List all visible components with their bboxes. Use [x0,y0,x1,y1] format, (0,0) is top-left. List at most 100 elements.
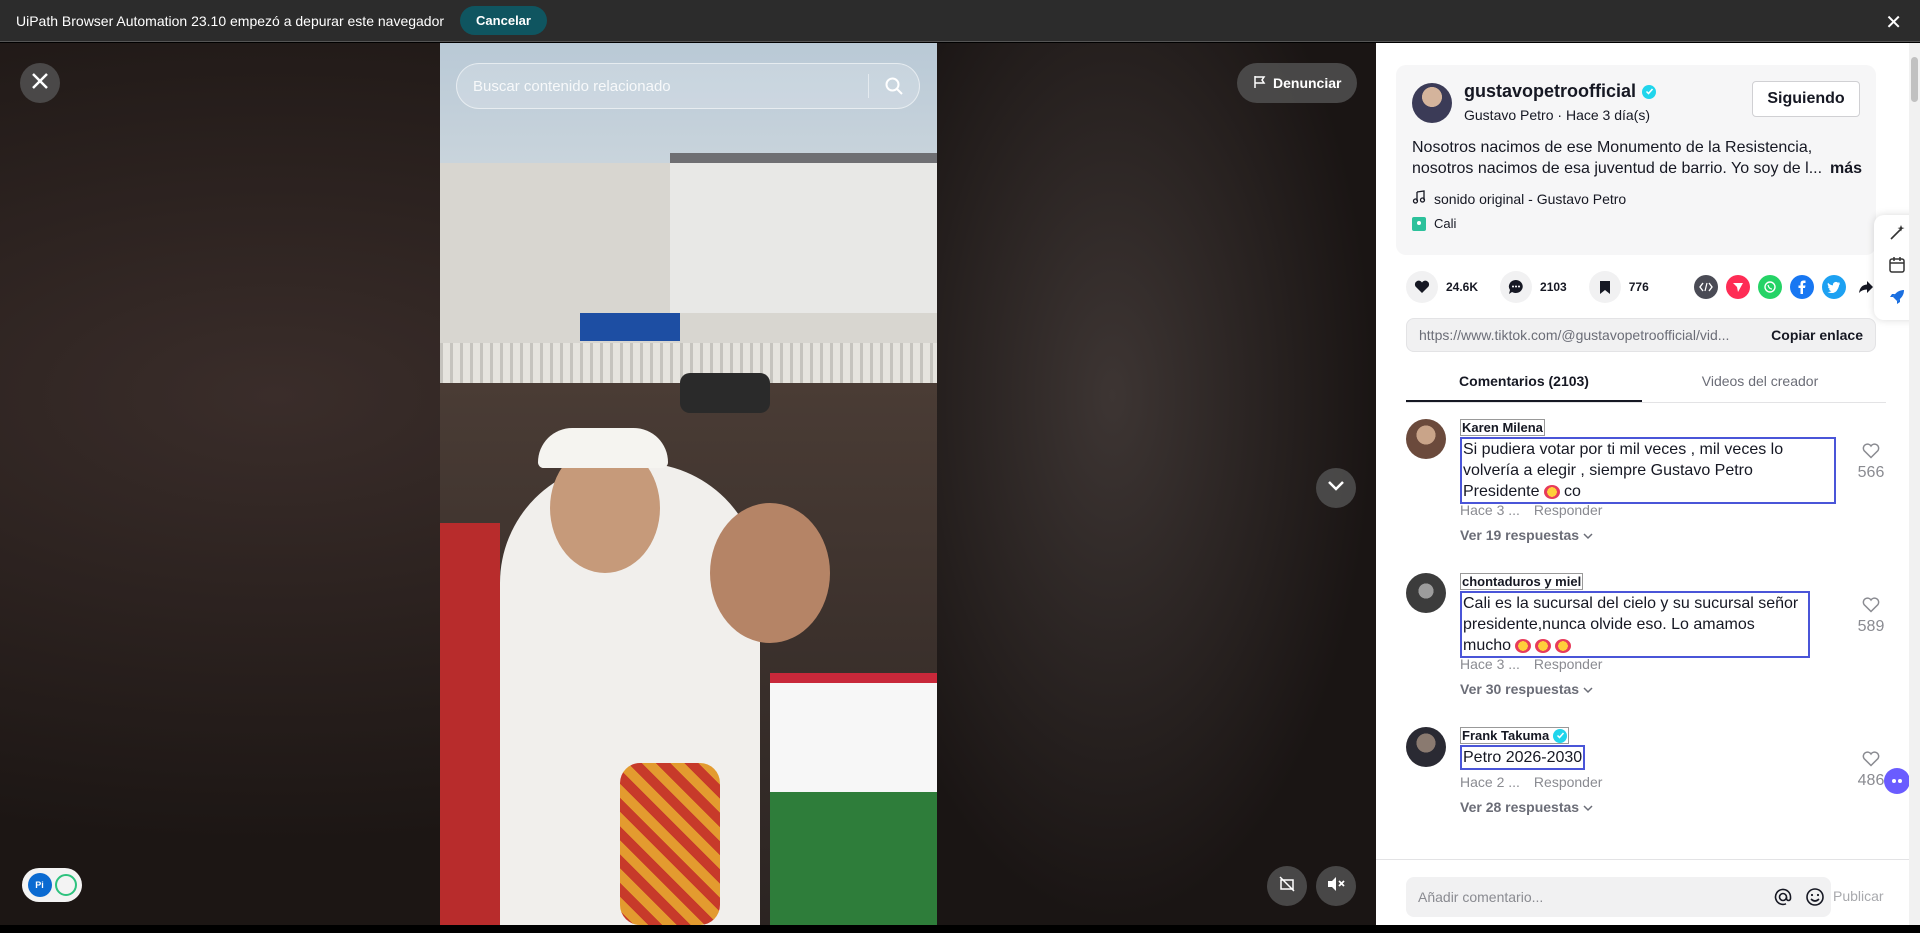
like-count: 24.6K [1446,280,1479,294]
share-buttons [1694,275,1878,299]
comment-item: Karen Milena Si pudiera votar por ti mil… [1406,419,1886,573]
assistant-bot-icon[interactable] [1884,768,1910,794]
twitter-icon[interactable] [1822,275,1846,299]
video-frame-person [440,523,500,925]
mute-button[interactable] [1316,866,1356,906]
blurred-background-right [937,43,1376,925]
video-frame-cap [538,428,668,468]
rocket-icon[interactable] [1888,288,1906,311]
report-button[interactable]: Denunciar [1237,63,1358,103]
sound-label: sonido original - Gustavo Petro [1434,190,1627,207]
reply-button[interactable]: Responder [1534,656,1603,672]
mute-icon [1326,875,1346,898]
comment-input-box[interactable]: Añadir comentario... [1406,877,1831,917]
whatsapp-icon[interactable] [1758,275,1782,299]
more-link[interactable]: más [1830,158,1862,179]
close-video-button[interactable] [20,63,60,103]
emoji-icon [1543,484,1560,499]
send-icon[interactable] [1726,275,1750,299]
save-button[interactable]: 776 [1588,271,1649,303]
view-replies-button[interactable]: Ver 30 respuestas [1460,681,1593,697]
like-button[interactable]: 24.6K [1406,271,1478,303]
cancel-debug-button[interactable]: Cancelar [460,6,547,35]
share-link-box[interactable]: https://www.tiktok.com/@gustavopetrooffi… [1406,318,1876,352]
debug-message: UiPath Browser Automation 23.10 empezó a… [16,12,445,29]
comment-input[interactable]: Añadir comentario... [1418,889,1767,905]
comment-username-text[interactable]: Frank Takuma [1462,728,1549,743]
pip-button[interactable] [1267,866,1307,906]
video-frame-face [710,503,830,643]
view-replies-label: Ver 19 respuestas [1460,527,1580,543]
comment-body: Petro 2026-2030 [1463,749,1583,766]
comment-item: Frank Takuma Petro 2026-2030 Hace 2 ... … [1406,727,1886,837]
view-replies-label: Ver 30 respuestas [1460,681,1580,697]
comment-meta: Hace 3 ... Responder [1460,656,1602,672]
description-line: nosotros nacimos de esa juventud de barr… [1412,160,1823,177]
location-tag[interactable]: Cali [1412,216,1456,231]
comment-username[interactable]: chontaduros y miel [1460,573,1584,590]
comment-text: Cali es la sucursal del cielo y su sucur… [1460,591,1810,658]
pip-off-icon [1278,875,1296,898]
view-replies-button[interactable]: Ver 28 respuestas [1460,799,1593,815]
comment-body: Cali es la sucursal del cielo y su sucur… [1463,595,1799,654]
tab-comments[interactable]: Comentarios (2103) [1406,363,1642,402]
comment-username-text[interactable]: Karen Milena [1462,420,1543,435]
display-name: Gustavo Petro [1464,107,1554,123]
video-player[interactable] [440,43,937,925]
following-button[interactable]: Siguiendo [1752,81,1860,117]
related-search-box[interactable]: Buscar contenido relacionado [456,63,920,109]
search-icon[interactable] [869,76,919,96]
view-replies-button[interactable]: Ver 19 respuestas [1460,527,1593,543]
share-url[interactable]: https://www.tiktok.com/@gustavopetrooffi… [1419,327,1771,343]
comment-username[interactable]: Frank Takuma [1460,727,1570,744]
reply-button[interactable]: Responder [1534,502,1603,518]
facebook-icon[interactable] [1790,275,1814,299]
publish-button[interactable]: Publicar [1833,888,1884,904]
chevron-down-icon [1327,479,1345,497]
creator-avatar[interactable] [1412,83,1452,123]
avatar[interactable] [1406,727,1446,767]
comment-time: Hace 3 ... [1460,502,1520,518]
reply-button[interactable]: Responder [1534,774,1603,790]
comment-like-button[interactable]: 486 [1856,751,1886,790]
page-scrollbar[interactable] [1909,43,1920,925]
heart-icon [1862,751,1880,771]
embed-icon[interactable] [1694,275,1718,299]
bottom-edge [0,925,1920,933]
emoji-icon [1515,638,1532,653]
meta-separator: · [1557,107,1566,123]
calendar-icon[interactable] [1888,256,1906,279]
uipath-extension-badge[interactable]: Pi [22,868,82,902]
comment-item: chontaduros y miel Cali es la sucursal d… [1406,573,1886,727]
avatar[interactable] [1406,573,1446,613]
comment-like-button[interactable]: 566 [1856,443,1886,482]
video-frame-sign [580,313,680,341]
emoji-icon[interactable] [1799,887,1831,907]
copy-link-button[interactable]: Copiar enlace [1771,327,1863,343]
comment-text: Petro 2026-2030 [1460,745,1586,770]
scrollbar-thumb[interactable] [1911,57,1918,102]
video-frame-flag [770,683,937,925]
comment-username-text[interactable]: chontaduros y miel [1462,574,1581,589]
avatar[interactable] [1406,419,1446,459]
comment-meta: Hace 3 ... Responder [1460,502,1602,518]
close-banner-icon[interactable]: ✕ [1885,10,1902,35]
next-video-button[interactable] [1316,468,1356,508]
comment-button[interactable]: 2103 [1500,271,1567,303]
creator-username[interactable]: gustavopetroofficial [1464,81,1657,102]
bookmark-icon [1588,271,1621,303]
comment-like-button[interactable]: 589 [1856,597,1886,636]
tab-creator-videos[interactable]: Videos del creador [1642,363,1878,402]
magic-wand-icon[interactable] [1888,224,1906,247]
search-input[interactable]: Buscar contenido relacionado [473,78,868,95]
comment-time: Hace 2 ... [1460,774,1520,790]
username-text[interactable]: gustavopetroofficial [1464,81,1636,102]
sound-link[interactable]: sonido original - Gustavo Petro [1412,190,1626,207]
comment-username[interactable]: Karen Milena [1460,419,1545,436]
close-icon [31,72,49,95]
at-icon[interactable] [1767,887,1799,907]
comment-time: Hace 3 ... [1460,656,1520,672]
view-replies-label: Ver 28 respuestas [1460,799,1580,815]
verified-icon [1642,84,1657,99]
video-stage: Buscar contenido relacionado Denunciar P… [0,43,1376,925]
